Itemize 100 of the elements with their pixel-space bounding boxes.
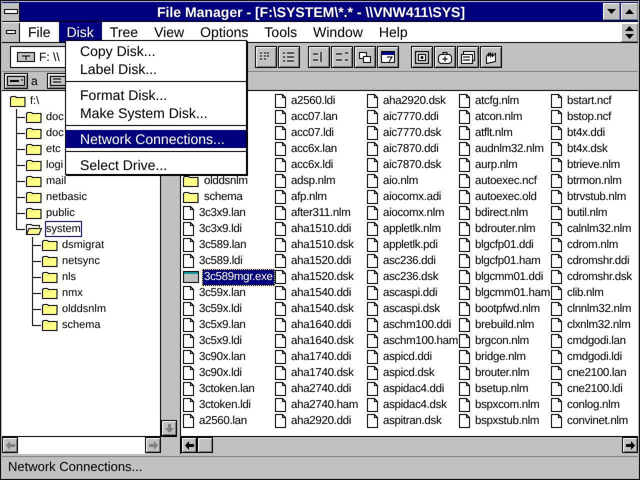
file-name[interactable]: 3c90x.ldi <box>197 364 244 382</box>
file-name[interactable]: appletlk.nlm <box>381 220 443 238</box>
file-name[interactable]: aha1640.dsk <box>289 332 356 350</box>
horizontal-scrollbar[interactable] <box>2 436 177 454</box>
menu-item[interactable]: File <box>20 22 59 42</box>
file-name[interactable]: adsp.nlm <box>289 172 338 190</box>
file-name[interactable]: acc07.lan <box>289 108 340 126</box>
file-name[interactable]: aspidac4.dsk <box>381 396 449 414</box>
file-name[interactable]: ascaspi.ddi <box>381 284 440 302</box>
file-name[interactable]: btrmon.nlm <box>565 172 624 190</box>
file-name[interactable]: cne2100.lan <box>565 364 628 382</box>
file-name[interactable]: 3c90x.lan <box>197 348 248 366</box>
file-name[interactable]: btrieve.nlm <box>565 156 622 174</box>
file-name[interactable]: ascaspi.dsk <box>381 300 442 318</box>
scroll-down-button[interactable] <box>161 420 177 436</box>
file-name[interactable]: afp.nlm <box>289 188 329 206</box>
menu-item[interactable]: View <box>146 22 192 42</box>
restore-button[interactable] <box>621 22 638 42</box>
menu-item[interactable]: Select Drive... <box>66 156 246 174</box>
file-name[interactable]: 3c589.lan <box>197 236 248 254</box>
file-name[interactable]: 3c589mgr.exe <box>202 268 275 286</box>
file-name[interactable]: cne2100.ldi <box>565 380 625 398</box>
file-name[interactable]: clnnlm32.nlm <box>565 300 634 318</box>
file-name[interactable]: clib.nlm <box>565 284 606 302</box>
folder-name[interactable]: mail <box>45 173 68 189</box>
file-name[interactable]: atcon.nlm <box>473 108 524 126</box>
menu-item[interactable]: Tools <box>256 22 306 42</box>
file-name[interactable]: 3c3x9.ldi <box>197 220 244 238</box>
file-name[interactable]: aio.nlm <box>381 172 420 190</box>
menu-item[interactable]: Copy Disk... <box>66 42 246 60</box>
file-name[interactable]: conlog.nlm <box>565 396 622 414</box>
file-name[interactable]: clxnlm32.nlm <box>565 316 633 334</box>
menu-item[interactable]: Format Disk... <box>66 86 246 104</box>
file-name[interactable]: cmdgodi.ldi <box>565 348 624 366</box>
folder-name[interactable]: f:\ <box>29 93 40 109</box>
toolbar-button[interactable] <box>411 46 433 68</box>
file-name[interactable]: 3c59x.ldi <box>197 300 244 318</box>
folder-name[interactable]: olddsnlm <box>61 301 108 317</box>
file-name[interactable]: atcfg.nlm <box>473 92 521 110</box>
file-name[interactable]: brebuild.nlm <box>473 316 536 334</box>
drive-button[interactable] <box>4 73 28 89</box>
file-name[interactable]: bsetup.nlm <box>473 380 530 398</box>
toolbar-button[interactable] <box>457 46 479 68</box>
minimize-button[interactable] <box>603 3 620 20</box>
file-name[interactable]: calnlm32.nlm <box>565 220 634 238</box>
folder-name[interactable]: logi <box>45 157 64 173</box>
file-name[interactable]: 3c5x9.lan <box>197 316 248 334</box>
file-name[interactable]: aha1540.dsk <box>289 300 356 318</box>
file-name[interactable]: aiocomx.adi <box>381 188 444 206</box>
file-name[interactable]: bspxstub.nlm <box>473 412 542 430</box>
toolbar-button[interactable] <box>354 46 376 68</box>
file-name[interactable]: cdromshr.ddi <box>565 252 632 270</box>
folder-name[interactable]: etc <box>45 141 62 157</box>
file-name[interactable]: aurp.nlm <box>473 156 520 174</box>
menu-item[interactable]: Label Disk... <box>66 60 246 78</box>
file-name[interactable]: aschm100.ham <box>381 332 460 350</box>
file-name[interactable]: a2560.lan <box>197 412 249 430</box>
folder-name[interactable]: netsync <box>61 253 101 269</box>
toolbar-button[interactable] <box>377 46 399 68</box>
file-name[interactable]: autoexec.ncf <box>473 172 539 190</box>
file-name[interactable]: aha1640.ddi <box>289 316 354 334</box>
folder-name[interactable]: nls <box>61 269 78 285</box>
menu-item[interactable]: Network Connections... <box>66 130 246 148</box>
file-name[interactable]: schema <box>202 188 244 206</box>
file-name[interactable]: bootpfwd.nlm <box>473 300 542 318</box>
file-name[interactable]: blgcfp01.ddi <box>473 236 536 254</box>
file-name[interactable]: aha2920.dsk <box>381 92 448 110</box>
menu-item[interactable]: Make System Disk... <box>66 104 246 122</box>
file-name[interactable]: bt4x.ddi <box>565 124 607 142</box>
folder-name[interactable]: public <box>45 205 76 221</box>
toolbar-button[interactable] <box>255 46 277 68</box>
file-name[interactable]: asc236.dsk <box>381 268 440 286</box>
folder-name[interactable]: netbasic <box>45 189 88 205</box>
maximize-button[interactable] <box>621 3 638 20</box>
menu-item[interactable]: Tree <box>102 22 146 42</box>
file-name[interactable]: acc6x.ldi <box>289 156 336 174</box>
file-name[interactable]: acc07.ldi <box>289 124 336 142</box>
folder-name[interactable]: system <box>45 221 82 237</box>
folder-name[interactable]: dsmigrat <box>61 237 106 253</box>
folder-name[interactable]: doc <box>45 125 65 141</box>
menu-item[interactable]: Options <box>192 22 256 42</box>
file-name[interactable]: cdrom.nlm <box>565 236 620 254</box>
file-name[interactable]: blgcmm01.ddi <box>473 268 545 286</box>
file-name[interactable]: brouter.nlm <box>473 364 532 382</box>
file-name[interactable]: aic7870.dsk <box>381 156 444 174</box>
file-name[interactable]: bt4x.dsk <box>565 140 610 158</box>
file-name[interactable]: atflt.nlm <box>473 124 515 142</box>
file-name[interactable]: bridge.nlm <box>473 348 528 366</box>
file-name[interactable]: convinet.nlm <box>565 412 630 430</box>
file-name[interactable]: cdromshr.dsk <box>565 268 634 286</box>
file-name[interactable]: 3c589.ldi <box>197 252 244 270</box>
file-name[interactable]: btrvstub.nlm <box>565 188 628 206</box>
horizontal-scrollbar[interactable] <box>181 436 638 454</box>
menu-item[interactable]: Disk <box>58 22 102 42</box>
file-name[interactable]: acc6x.lan <box>289 140 339 158</box>
scroll-right-button[interactable] <box>622 437 638 453</box>
file-name[interactable]: aspitran.dsk <box>381 412 444 430</box>
menu-item[interactable]: Window <box>305 22 371 42</box>
file-name[interactable]: aha1740.ddi <box>289 348 354 366</box>
system-menu-button[interactable] <box>2 2 20 20</box>
